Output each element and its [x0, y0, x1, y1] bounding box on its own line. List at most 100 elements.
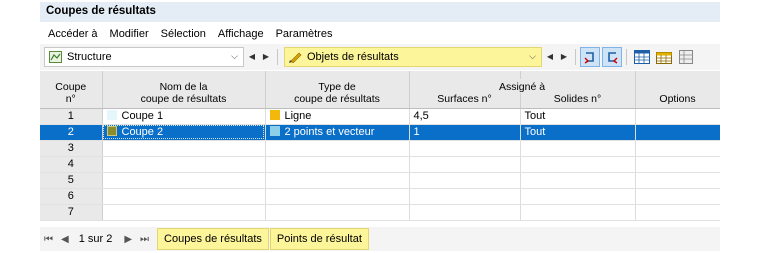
section-type-cell[interactable]: [265, 156, 410, 173]
row-number: 7: [40, 204, 103, 221]
solids-cell[interactable]: Tout: [520, 124, 636, 141]
header-no-line1: Coupe: [40, 79, 103, 93]
results-sections-panel: Coupes de résultats Accéder à Modifier S…: [40, 0, 720, 253]
row-number: 1: [40, 108, 103, 125]
first-page-icon[interactable]: ⏮: [44, 234, 53, 245]
menu-selection[interactable]: Sélection: [161, 28, 206, 40]
header-name-line2: coupe de résultats: [102, 93, 266, 109]
section-type-cell[interactable]: Ligne: [265, 108, 410, 125]
chevron-down-icon: ⌵: [231, 51, 238, 61]
options-cell[interactable]: [635, 108, 720, 125]
surfaces-cell[interactable]: [409, 140, 521, 157]
pencil-icon: [289, 51, 303, 64]
next-page-icon[interactable]: ▶: [124, 234, 132, 245]
section-type: 2 points et vecteur: [284, 126, 375, 138]
result-objects-combo-value: Objets de résultats: [307, 51, 399, 63]
header-name-line1: Nom de la: [102, 79, 266, 93]
options-cell[interactable]: [635, 172, 720, 189]
next-arrow-icon[interactable]: ▶: [558, 49, 570, 65]
menu-bar: Accéder à Modifier Sélection Affichage P…: [40, 24, 720, 43]
section-name-cell[interactable]: [102, 172, 266, 189]
section-type-cell[interactable]: 2 points et vecteur: [265, 124, 410, 141]
window-title: Coupes de résultats: [40, 2, 720, 22]
section-name: Coupe 1: [121, 110, 164, 122]
menu-edit[interactable]: Modifier: [110, 28, 149, 40]
header-solids: Solides n°: [520, 93, 636, 109]
section-name-cell[interactable]: [102, 156, 266, 173]
row-number: 6: [40, 188, 103, 205]
page-indicator: 1 sur 2: [78, 233, 113, 245]
last-page-icon[interactable]: ⏭: [140, 234, 149, 245]
table-row[interactable]: 5: [40, 172, 720, 189]
table-row[interactable]: 6: [40, 188, 720, 205]
solids-cell[interactable]: [520, 204, 636, 221]
prev-page-icon[interactable]: ◀: [61, 234, 69, 245]
toolbar-separator: [626, 49, 627, 65]
options-cell[interactable]: [635, 124, 720, 141]
surfaces-cell[interactable]: [409, 204, 521, 221]
section-type: Ligne: [284, 110, 312, 122]
header-assigned-group: Assigné à: [409, 79, 636, 93]
options-cell[interactable]: [635, 140, 720, 157]
menu-goto[interactable]: Accéder à: [48, 28, 98, 40]
surfaces-cell[interactable]: [409, 156, 521, 173]
section-name-cell[interactable]: [102, 204, 266, 221]
table-settings-icon[interactable]: [676, 47, 696, 67]
color-swatch: [106, 110, 117, 120]
solids-cell[interactable]: [520, 140, 636, 157]
section-name-cell[interactable]: [102, 140, 266, 157]
structure-icon: [49, 51, 62, 63]
prev-arrow-icon[interactable]: ◀: [544, 49, 556, 65]
tab-result-points[interactable]: Points de résultat: [269, 228, 369, 250]
undo-selection-icon[interactable]: [580, 47, 600, 67]
table-row[interactable]: 4: [40, 156, 720, 173]
toolbar-separator: [575, 49, 576, 65]
redo-selection-icon[interactable]: [602, 47, 622, 67]
next-arrow-icon[interactable]: ▶: [260, 49, 272, 65]
section-name-cell[interactable]: Coupe 2: [102, 124, 266, 141]
solids-cell[interactable]: [520, 156, 636, 173]
table-row[interactable]: 7: [40, 204, 720, 221]
color-swatch: [269, 110, 280, 120]
header-no-line2: n°: [40, 93, 103, 109]
solids-cell[interactable]: [520, 172, 636, 189]
result-objects-combo[interactable]: Objets de résultats ⌵: [284, 47, 542, 67]
section-type-cell[interactable]: [265, 204, 410, 221]
color-swatch: [106, 126, 117, 136]
section-name: Coupe 2: [121, 126, 164, 138]
prev-arrow-icon[interactable]: ◀: [246, 49, 258, 65]
header-surfaces: Surfaces n°: [409, 93, 521, 109]
section-type-cell[interactable]: [265, 172, 410, 189]
options-cell[interactable]: [635, 188, 720, 205]
row-number: 4: [40, 156, 103, 173]
toolbar-separator: [277, 49, 278, 65]
table-view-icon[interactable]: [632, 47, 652, 67]
surfaces-cell[interactable]: 4,5: [409, 108, 521, 125]
table-row[interactable]: 3: [40, 140, 720, 157]
menu-view[interactable]: Affichage: [218, 28, 264, 40]
table-export-icon[interactable]: [654, 47, 674, 67]
solids-cell[interactable]: [520, 188, 636, 205]
section-name-cell[interactable]: [102, 188, 266, 205]
structure-combo-value: Structure: [67, 51, 112, 63]
section-type-cell[interactable]: [265, 140, 410, 157]
surfaces-cell[interactable]: 1: [409, 124, 521, 141]
section-name-cell[interactable]: Coupe 1: [102, 108, 266, 125]
row-number: 3: [40, 140, 103, 157]
options-cell[interactable]: [635, 156, 720, 173]
options-cell[interactable]: [635, 204, 720, 221]
surfaces-cell[interactable]: [409, 172, 521, 189]
toolbar: Structure ⌵ ◀ ▶ Objets de résultats ⌵ ◀ …: [40, 44, 720, 70]
section-type-cell[interactable]: [265, 188, 410, 205]
results-sections-table: Coupe Nom de la Type de Assigné à n° cou…: [40, 71, 720, 226]
header-type-line2: coupe de résultats: [265, 93, 410, 109]
structure-combo[interactable]: Structure ⌵: [44, 47, 244, 67]
table-row-selected[interactable]: 2 Coupe 2 2 points et vecteur 1 Tout: [40, 124, 720, 141]
row-number: 5: [40, 172, 103, 189]
table-row[interactable]: 1 Coupe 1 Ligne 4,5 Tout: [40, 108, 720, 125]
tab-result-sections[interactable]: Coupes de résultats: [157, 228, 269, 250]
solids-cell[interactable]: Tout: [520, 108, 636, 125]
surfaces-cell[interactable]: [409, 188, 521, 205]
menu-settings[interactable]: Paramètres: [276, 28, 333, 40]
header-options-top: [635, 79, 720, 93]
